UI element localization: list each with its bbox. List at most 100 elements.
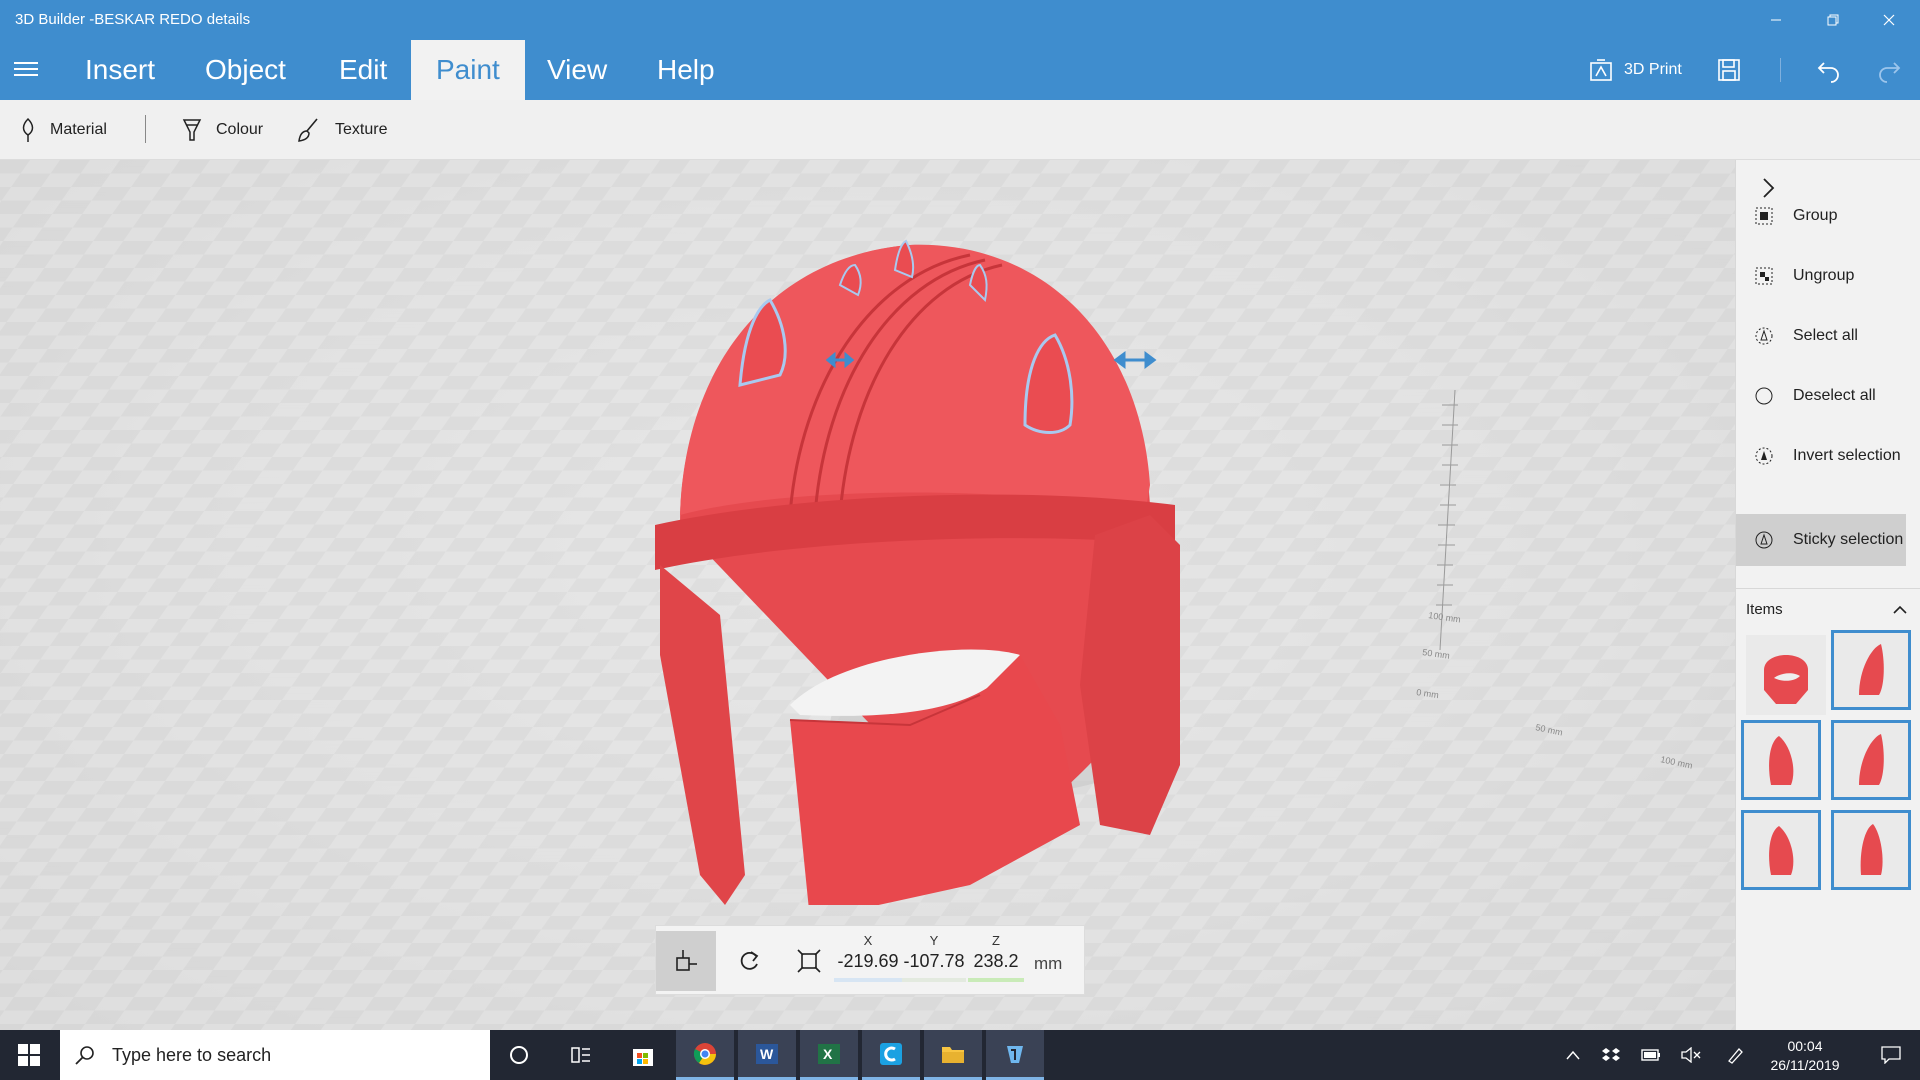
hamburger-menu-icon[interactable] [14, 58, 38, 82]
y-value[interactable]: -107.78 [902, 951, 966, 972]
colour-button[interactable]: Colour [180, 100, 263, 160]
window-title: 3D Builder -BESKAR REDO details [15, 11, 251, 28]
ungroup-icon [1753, 265, 1775, 287]
z-value[interactable]: 238.2 [968, 951, 1024, 972]
select-all-icon [1753, 325, 1775, 347]
texture-button[interactable]: Texture [295, 100, 387, 160]
menu-bar: Insert Object Edit Paint View Help 3D Pr… [0, 40, 1920, 100]
battery-tray-icon[interactable] [1638, 1030, 1664, 1080]
item-thumbnail-horn[interactable] [1831, 630, 1911, 710]
ruler-label-x50: 50 mm [1535, 722, 1564, 738]
redo-icon [1879, 62, 1901, 83]
invert-selection-icon [1753, 445, 1775, 467]
excel-app-button[interactable]: X [800, 1030, 858, 1080]
volume-tray-icon[interactable] [1678, 1030, 1704, 1080]
sticky-selection-label: Sticky selection [1793, 531, 1904, 548]
unit-label[interactable]: mm [1034, 954, 1062, 974]
x-value[interactable]: -219.69 [834, 951, 902, 972]
horn-thumbnail-icon [1769, 826, 1794, 875]
paint-bucket-icon [182, 119, 202, 141]
ccleaner-app-button[interactable] [862, 1030, 920, 1080]
menu-insert[interactable]: Insert [60, 40, 180, 100]
folder-icon [942, 1046, 964, 1063]
ungroup-label: Ungroup [1793, 267, 1855, 284]
selection-panel: Group Ungroup Select all Deselect all In… [1735, 160, 1920, 1030]
menu-paint[interactable]: Paint [411, 40, 525, 100]
deselect-all-button[interactable]: Deselect all [1736, 370, 1906, 422]
show-hidden-icons-button[interactable] [1560, 1030, 1586, 1080]
chevron-up-icon [1566, 1050, 1580, 1060]
item-thumbnail-horn[interactable] [1831, 810, 1911, 890]
chrome-app-button[interactable] [676, 1030, 734, 1080]
c-app-icon [880, 1042, 902, 1065]
taskbar-search[interactable]: Type here to search [60, 1030, 490, 1080]
sticky-selection-button[interactable]: Sticky selection [1736, 514, 1906, 566]
3d-builder-app-button[interactable] [986, 1030, 1044, 1080]
cortana-button[interactable] [490, 1030, 548, 1080]
scale-icon [797, 949, 821, 973]
scale-tool-button[interactable] [779, 931, 839, 991]
save-icon [1718, 59, 1740, 81]
store-app-button[interactable] [614, 1030, 672, 1080]
rotate-icon [740, 951, 759, 970]
ruler-label-50: 50 mm [1422, 647, 1451, 661]
horn-thumbnail-icon [1860, 824, 1883, 875]
ungroup-button[interactable]: Ungroup [1736, 250, 1906, 302]
y-coordinate[interactable]: Y -107.78 [902, 926, 966, 996]
z-coordinate[interactable]: Z 238.2 [968, 926, 1024, 996]
invert-selection-label: Invert selection [1793, 447, 1901, 464]
menu-object[interactable]: Object [180, 40, 311, 100]
3d-print-button[interactable]: 3D Print [1588, 50, 1682, 90]
chevron-up-icon[interactable] [1892, 603, 1908, 615]
select-all-button[interactable]: Select all [1736, 310, 1906, 362]
file-explorer-button[interactable] [924, 1030, 982, 1080]
texture-brush-icon [298, 118, 318, 142]
rotate-tool-button[interactable] [719, 931, 779, 991]
sticky-selection-icon [1753, 529, 1775, 551]
clock-date: 26/11/2019 [1770, 1057, 1840, 1073]
close-icon[interactable] [1866, 0, 1912, 40]
undo-button[interactable] [1816, 50, 1842, 90]
item-thumbnail-horn[interactable] [1741, 810, 1821, 890]
x-coordinate[interactable]: X -219.69 [834, 926, 902, 996]
deselect-all-icon [1753, 385, 1775, 407]
svg-text:X: X [823, 1046, 833, 1062]
pen-tray-icon[interactable] [1722, 1030, 1748, 1080]
x-underline [834, 978, 902, 982]
helmet-thumbnail-icon [1764, 655, 1808, 704]
chrome-icon [693, 1042, 716, 1065]
title-bar: 3D Builder -BESKAR REDO details [0, 0, 1920, 40]
item-thumbnail-horn[interactable] [1741, 720, 1821, 800]
action-center-button[interactable] [1866, 1030, 1916, 1080]
notification-icon [1881, 1046, 1901, 1064]
items-header[interactable]: Items [1736, 588, 1920, 628]
select-all-label: Select all [1793, 327, 1858, 344]
ruler-label-x100: 100 mm [1660, 754, 1694, 771]
invert-selection-button[interactable]: Invert selection [1736, 430, 1906, 482]
item-thumbnail-helmet[interactable] [1746, 635, 1826, 715]
word-app-button[interactable]: W [738, 1030, 796, 1080]
restore-icon[interactable] [1810, 0, 1856, 40]
redo-button[interactable] [1876, 50, 1902, 90]
start-button[interactable] [0, 1030, 58, 1080]
group-button[interactable]: Group [1736, 190, 1906, 242]
move-tool-button[interactable] [656, 931, 716, 991]
3d-viewport[interactable]: 0 mm 50 mm 100 mm 50 mm 100 mm [0, 160, 1735, 1030]
items-label: Items [1746, 601, 1783, 618]
3d-print-label: 3D Print [1624, 61, 1682, 78]
helmet-model[interactable] [640, 185, 1200, 905]
task-view-button[interactable] [552, 1030, 610, 1080]
x-axis-label: X [863, 933, 873, 948]
menu-view[interactable]: View [522, 40, 632, 100]
menu-edit[interactable]: Edit [314, 40, 412, 100]
system-clock[interactable]: 00:04 26/11/2019 [1765, 1037, 1845, 1075]
texture-label: Texture [335, 121, 388, 138]
item-thumbnail-horn[interactable] [1831, 720, 1911, 800]
minimize-icon[interactable] [1753, 0, 1799, 40]
material-button[interactable]: Material [18, 100, 107, 160]
menu-help[interactable]: Help [632, 40, 740, 100]
volume-muted-icon [1681, 1047, 1701, 1063]
save-button[interactable] [1716, 50, 1742, 90]
dropbox-tray-icon[interactable] [1598, 1030, 1624, 1080]
windows-taskbar: Type here to search W X 00:04 26/11/2019 [0, 1030, 1920, 1080]
